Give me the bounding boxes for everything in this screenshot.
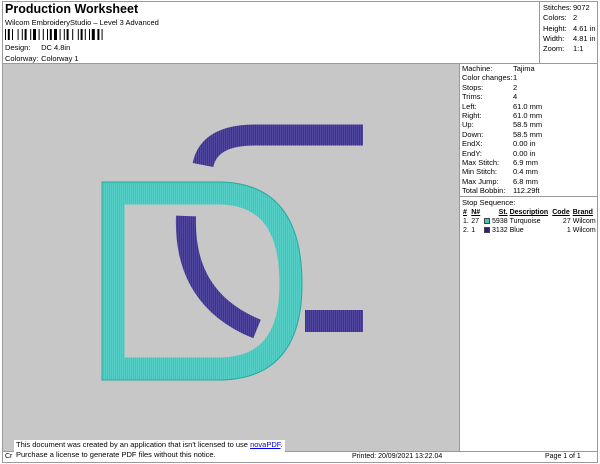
embroidery-design-graphic [101,124,363,381]
design-row: Design: DC 4.8in [5,43,70,52]
stop-sequence-table: # N# St. Description Code Brand 1. 27 59… [462,208,598,235]
software-subtitle: Wilcom EmbroideryStudio – Level 3 Advanc… [5,18,159,27]
printed-timestamp: Printed: 20/09/2021 13:22.04 [352,453,443,460]
divider [539,1,540,63]
barcode [5,29,103,40]
machine-info: Machine: Tajima Color changes:1 Stops: 2 T… [459,64,598,197]
colorway-value: Colorway 1 [41,54,79,63]
col-header: Description [509,209,549,216]
colorway-row: Colorway: Colorway 1 [5,54,79,63]
info-row: EndX: 0.00 in [462,139,536,149]
color-swatch [484,218,491,224]
summary-row: Colors: 2 [543,13,578,23]
info-row: EndY: 0.00 in [462,148,536,158]
info-row: Stops: 2 [462,82,518,92]
summary-row: Zoom: 1:1 [543,44,584,54]
info-row: Down: 58.5 mm [462,129,543,139]
summary-row: Width: 4.81 in [543,33,596,43]
table-header-row: # N# St. Description Code Brand [462,208,598,217]
info-row: Total Bobbin: 112.29ft [462,186,540,196]
info-row: Trims: 4 [462,92,518,102]
info-row: Color changes:1 [462,73,518,83]
colorway-label: Colorway: [5,54,39,63]
design-label: Design: [5,43,31,52]
table-row: 2. 1 3132 Blue 1 Wilcom [463,227,596,234]
info-row: Left: 61.0 mm [462,101,543,111]
design-summary: Stitches:9072 Colors: 2 Height: 4.61 in Wi… [543,3,597,54]
summary-row: Height: 4.61 in [543,23,596,33]
col-header: N# [471,209,481,216]
footer-left-text: Cr [5,453,13,460]
summary-row: Stitches:9072 [543,3,590,12]
worksheet-title: Production Worksheet [5,2,139,16]
divider [459,63,460,451]
info-row: Min Stitch: 0.4 mm [462,167,539,177]
novapdf-link[interactable]: novaPDF [250,440,280,449]
stop-sequence-heading: Stop Sequence: [462,198,516,207]
info-row: Max Stitch: 6.9 mm [462,157,539,167]
design-value: DC 4.8in [41,43,71,52]
page-number: Page 1 of 1 [545,453,581,460]
divider [459,196,598,197]
table-row: 1. 27 5938 Turquoise 27 Wilcom [463,218,596,225]
info-row: Max Jump: 6.8 mm [462,176,539,186]
info-row: Right: 61.0 mm [462,110,543,120]
col-header: Brand [572,209,593,216]
license-notice: This document was created by an applicat… [14,440,285,460]
info-row: Machine: Tajima [462,64,535,73]
col-header: Code [552,209,570,216]
design-preview [3,64,459,451]
info-row: Up: 58.5 mm [462,120,543,130]
color-swatch [484,227,491,233]
col-header: St. [498,209,508,216]
col-header: # [463,209,467,216]
